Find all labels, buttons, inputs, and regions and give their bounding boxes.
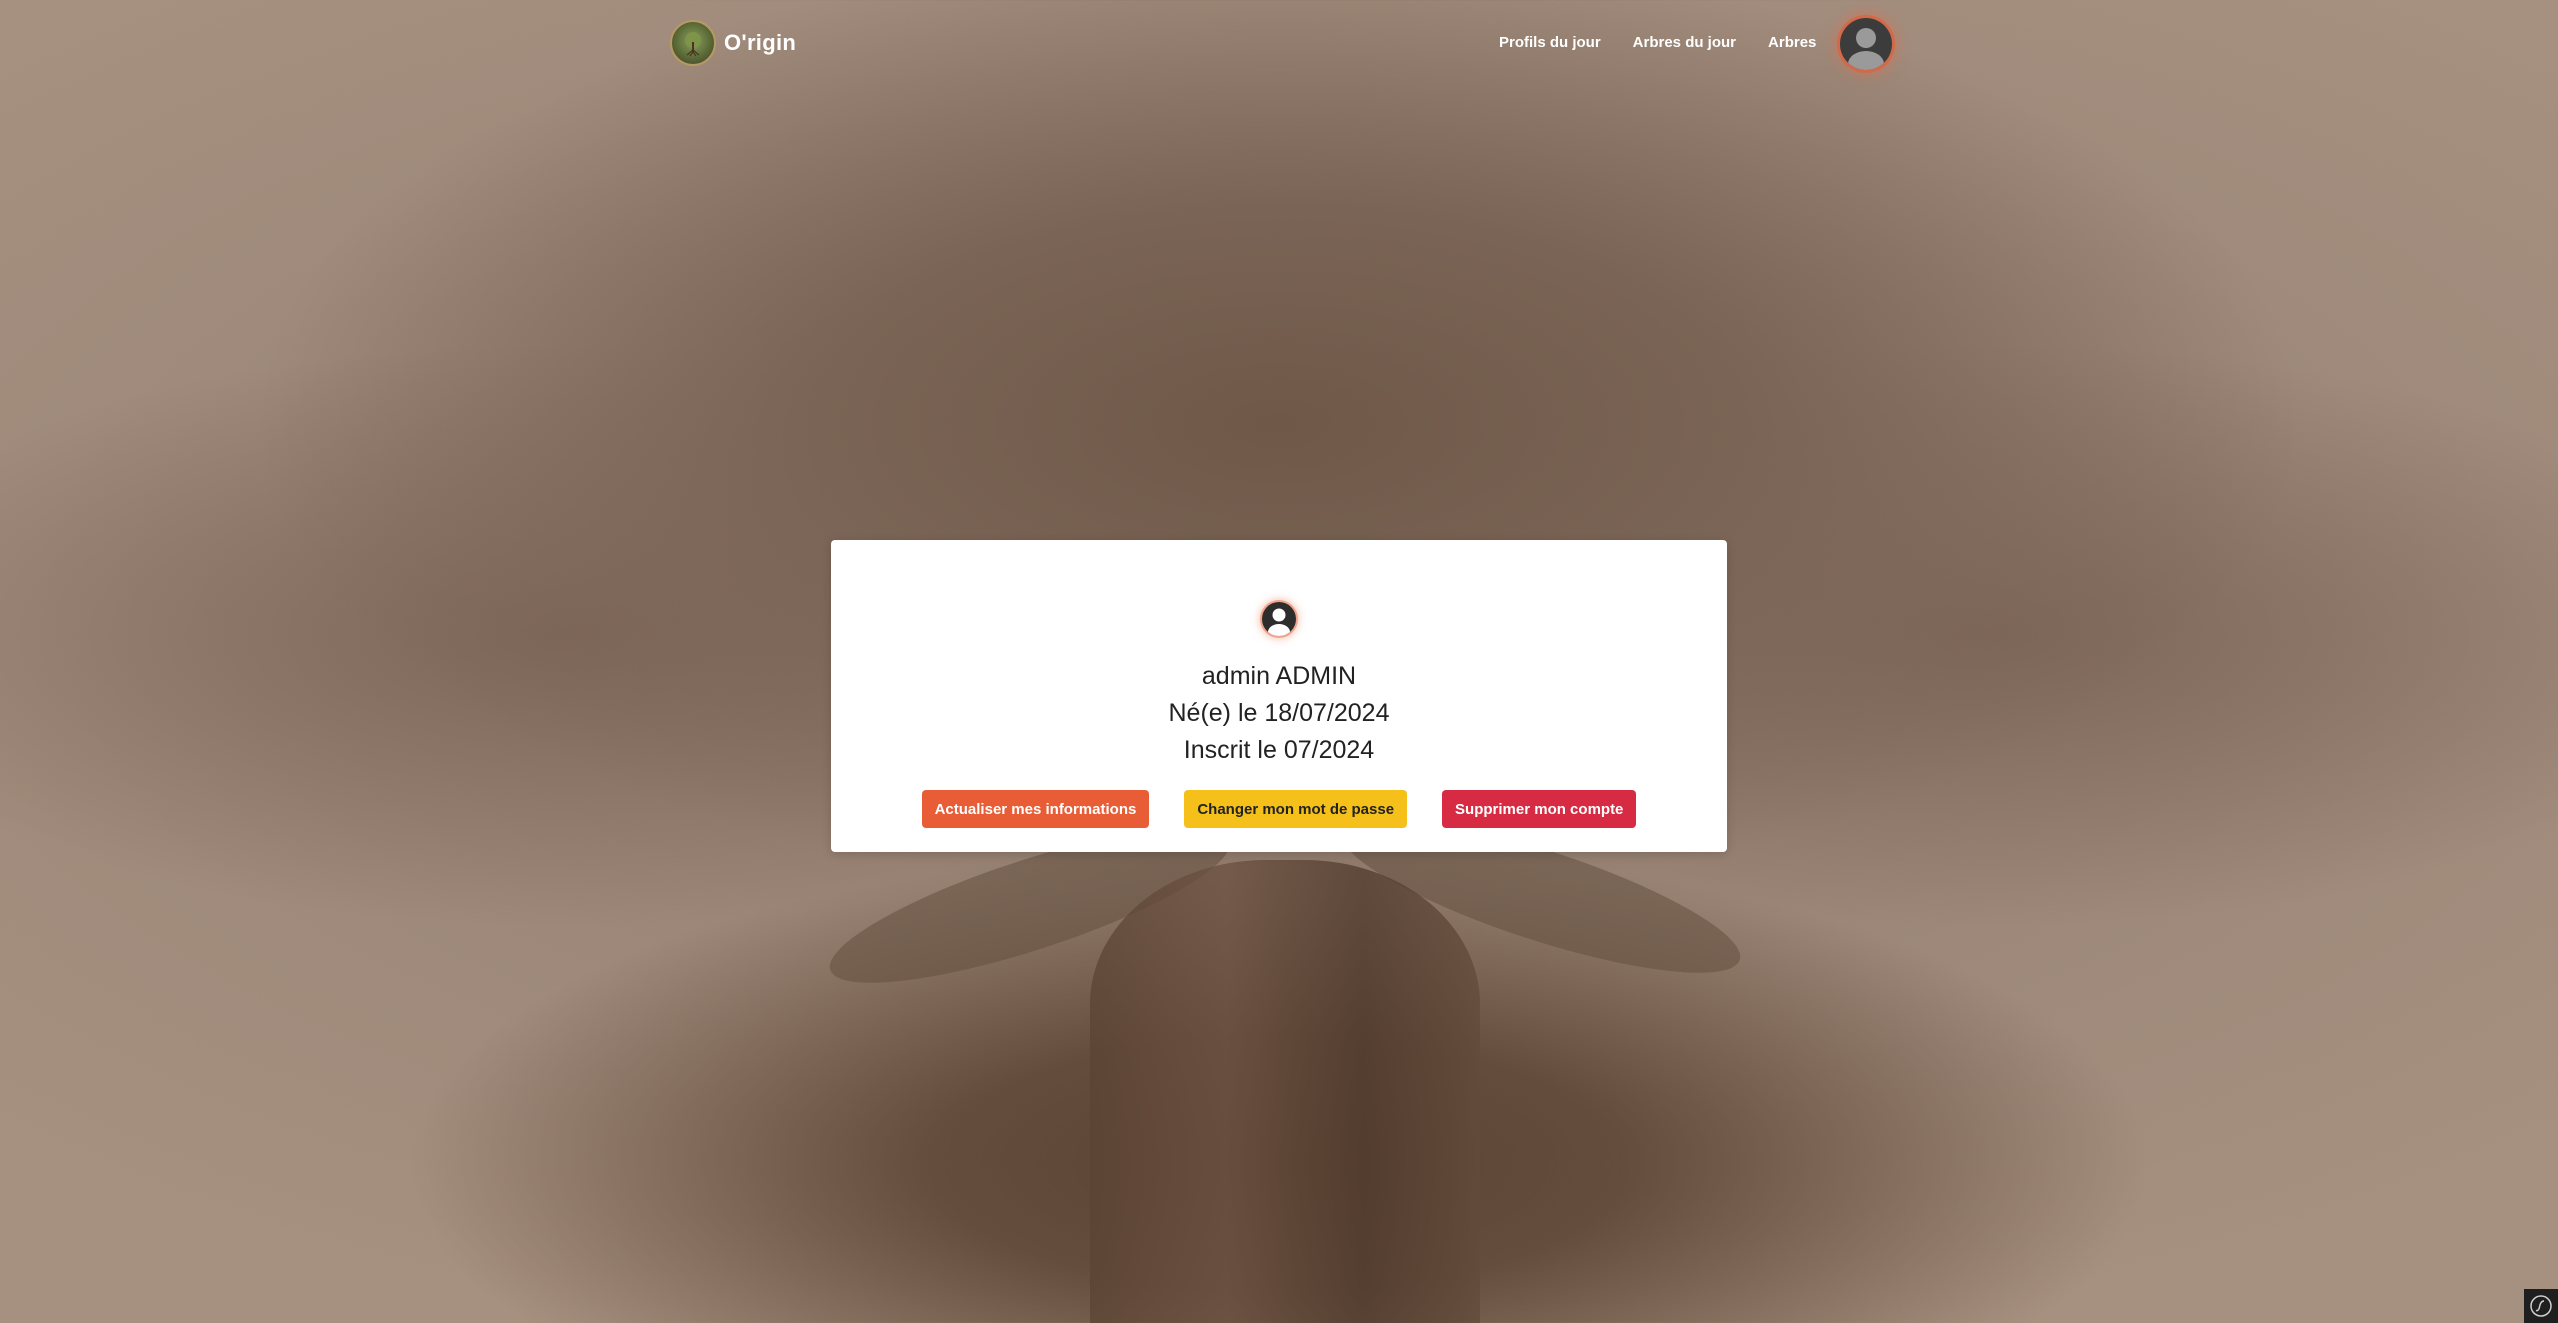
profile-actions: Actualiser mes informations Changer mon … <box>831 790 1727 828</box>
profile-details: admin ADMIN Né(e) le 18/07/2024 Inscrit … <box>831 658 1727 769</box>
nav-link-arbres-du-jour[interactable]: Arbres du jour <box>1633 34 1736 51</box>
profile-card: admin ADMIN Né(e) le 18/07/2024 Inscrit … <box>831 540 1727 852</box>
brand-name: O'rigin <box>724 30 797 55</box>
brand-link[interactable]: O'rigin <box>670 20 796 66</box>
delete-account-button[interactable]: Supprimer mon compte <box>1442 790 1637 828</box>
nav-link-profils-du-jour[interactable]: Profils du jour <box>1499 34 1601 51</box>
main-nav: Profils du jour Arbres du jour Arbres <box>1499 34 1816 51</box>
profile-name: admin ADMIN <box>1201 662 1357 690</box>
symfony-toolbar-icon[interactable] <box>2524 1289 2558 1323</box>
change-password-button[interactable]: Changer mon mot de passe <box>1184 790 1408 828</box>
profile-registration-date: Inscrit le 07/2024 <box>1183 736 1375 764</box>
tree-logo-icon <box>670 20 716 66</box>
nav-link-arbres[interactable]: Arbres <box>1768 34 1816 51</box>
site-header: O'rigin Profils du jour Arbres du jour A… <box>0 0 2558 90</box>
background-tree-trunk <box>1090 860 1480 1323</box>
user-avatar-icon <box>1848 28 1884 70</box>
user-avatar-button[interactable] <box>1840 18 1892 70</box>
update-info-button[interactable]: Actualiser mes informations <box>921 790 1150 828</box>
profile-avatar-icon <box>1262 602 1296 636</box>
profile-birth-date: Né(e) le 18/07/2024 <box>1168 699 1390 727</box>
